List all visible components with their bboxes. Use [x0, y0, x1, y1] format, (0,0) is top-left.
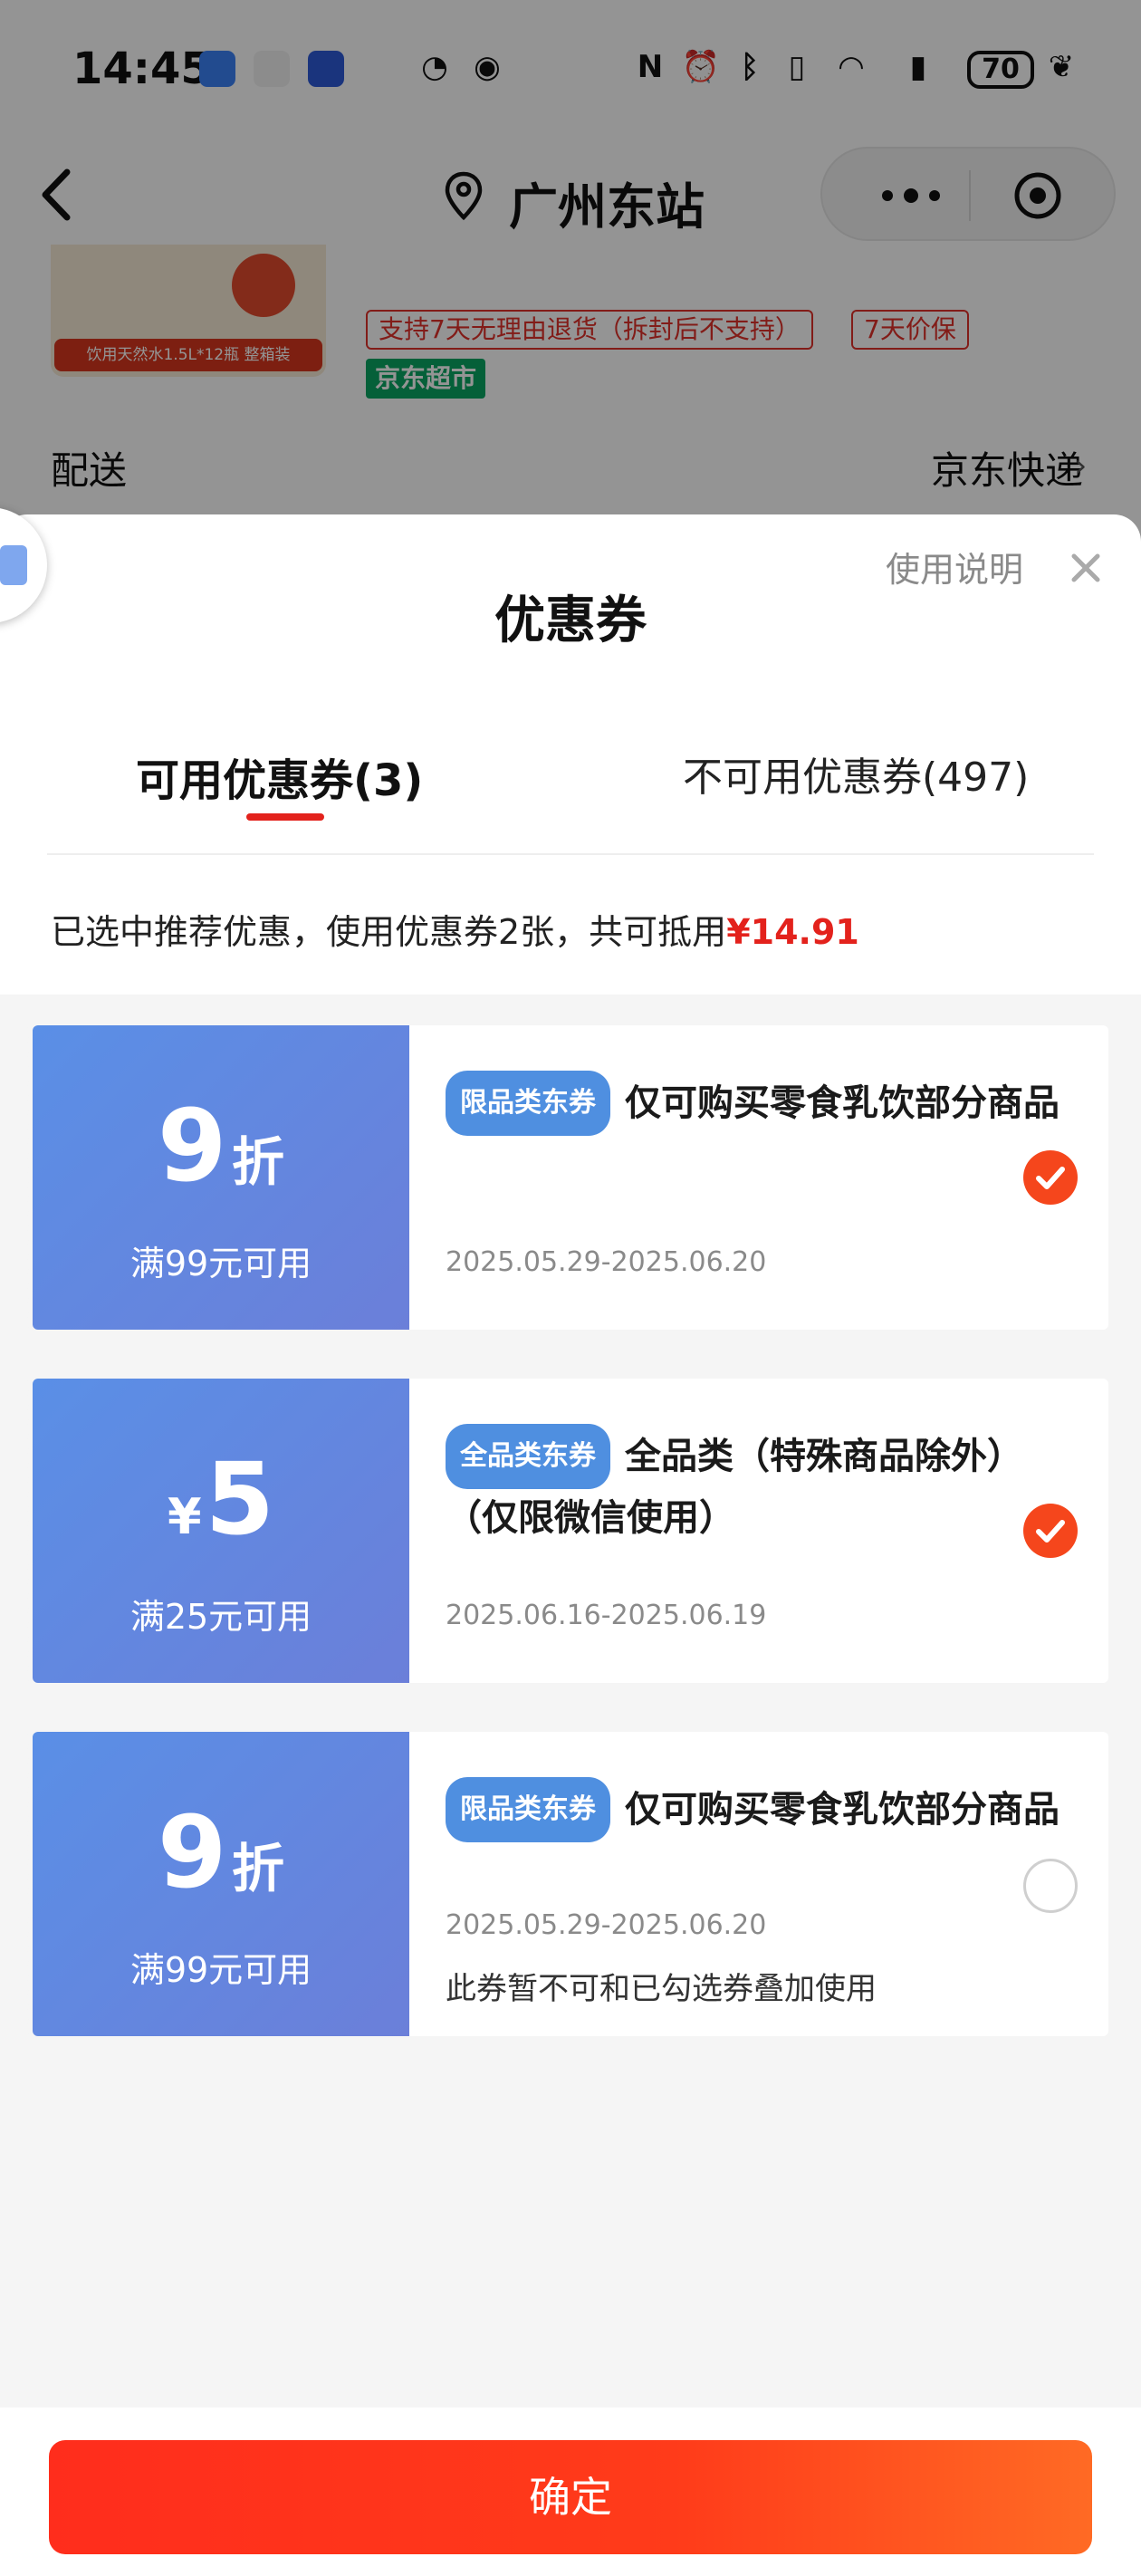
- coupon-title: 全品类东券 全品类（特殊商品除外）（仅限微信使用）: [446, 1424, 1070, 1547]
- coupon-badge: 限品类东券: [446, 1777, 610, 1842]
- coupon-unit: 折: [232, 1131, 285, 1193]
- summary-amount: ¥14.91: [726, 912, 859, 952]
- coupon-card[interactable]: 9 折 满99元可用 限品类东券 仅可购买零食乳饮部分商品 2025.05.29-…: [27, 1732, 1108, 2036]
- confirm-button[interactable]: 确定: [49, 2440, 1092, 2554]
- selection-summary: 已选中推荐优惠，使用优惠券2张，共可抵用¥14.91: [51, 904, 859, 954]
- coupon-title: 限品类东券 仅可购买零食乳饮部分商品: [446, 1777, 1070, 1842]
- coupon-value-panel: 9 折 满99元可用: [27, 1732, 409, 2036]
- coupon-value-panel: ¥5 满25元可用: [27, 1379, 409, 1683]
- sheet-title: 优惠券: [494, 591, 647, 650]
- coupon-validity: 2025.06.16-2025.06.19: [446, 1600, 767, 1631]
- coupon-amount: 5: [205, 1441, 275, 1557]
- coupon-value: 9 折: [33, 1802, 409, 1902]
- coupon-list: 9 折 满99元可用 限品类东券 仅可购买零食乳饮部分商品 2025.05.29-…: [0, 995, 1141, 2408]
- coupon-value: ¥5: [33, 1449, 409, 1549]
- coupon-amount: 9: [157, 1794, 227, 1910]
- tab-unavailable-coupons[interactable]: 不可用优惠券(497): [683, 745, 1029, 803]
- coupon-validity: 2025.05.29-2025.06.20: [446, 1909, 767, 1941]
- summary-text: 已选中推荐优惠，使用优惠券2张，共可抵用: [51, 912, 727, 952]
- coupon-value-panel: 9 折 满99元可用: [27, 1025, 409, 1330]
- active-tab-indicator: [246, 813, 324, 821]
- coupon-card[interactable]: ¥5 满25元可用 全品类东券 全品类（特殊商品除外）（仅限微信使用） 2025.…: [27, 1379, 1108, 1683]
- coupon-condition: 满99元可用: [129, 1244, 312, 1283]
- tabs-divider: [47, 853, 1094, 855]
- coupon-unit: 折: [232, 1838, 285, 1899]
- checked-icon[interactable]: [1023, 1504, 1078, 1558]
- unchecked-radio[interactable]: [1023, 1859, 1078, 1913]
- coupon-badge: 限品类东券: [446, 1071, 610, 1136]
- coupon-condition: 满99元可用: [129, 1950, 312, 1990]
- coupon-value: 9 折: [33, 1096, 409, 1196]
- coupon-condition: 满25元可用: [129, 1597, 312, 1637]
- coupon-card[interactable]: 9 折 满99元可用 限品类东券 仅可购买零食乳饮部分商品 2025.05.29-…: [27, 1025, 1108, 1330]
- coupon-validity: 2025.05.29-2025.06.20: [446, 1246, 767, 1278]
- coupon-stacking-note: 此券暂不可和已勾选券叠加使用: [446, 1971, 877, 2007]
- coupon-title: 限品类东券 仅可购买零食乳饮部分商品: [446, 1071, 1070, 1136]
- checked-icon[interactable]: [1023, 1150, 1078, 1205]
- tab-available-coupons[interactable]: 可用优惠券(3): [136, 745, 423, 808]
- coupon-currency: ¥: [167, 1488, 202, 1545]
- coupon-badge: 全品类东券: [446, 1424, 610, 1489]
- coupon-title-text: 仅可购买零食乳饮部分商品: [625, 1082, 1060, 1124]
- coupon-amount: 9: [157, 1088, 227, 1204]
- coupon-title-text: 仅可购买零食乳饮部分商品: [625, 1789, 1060, 1831]
